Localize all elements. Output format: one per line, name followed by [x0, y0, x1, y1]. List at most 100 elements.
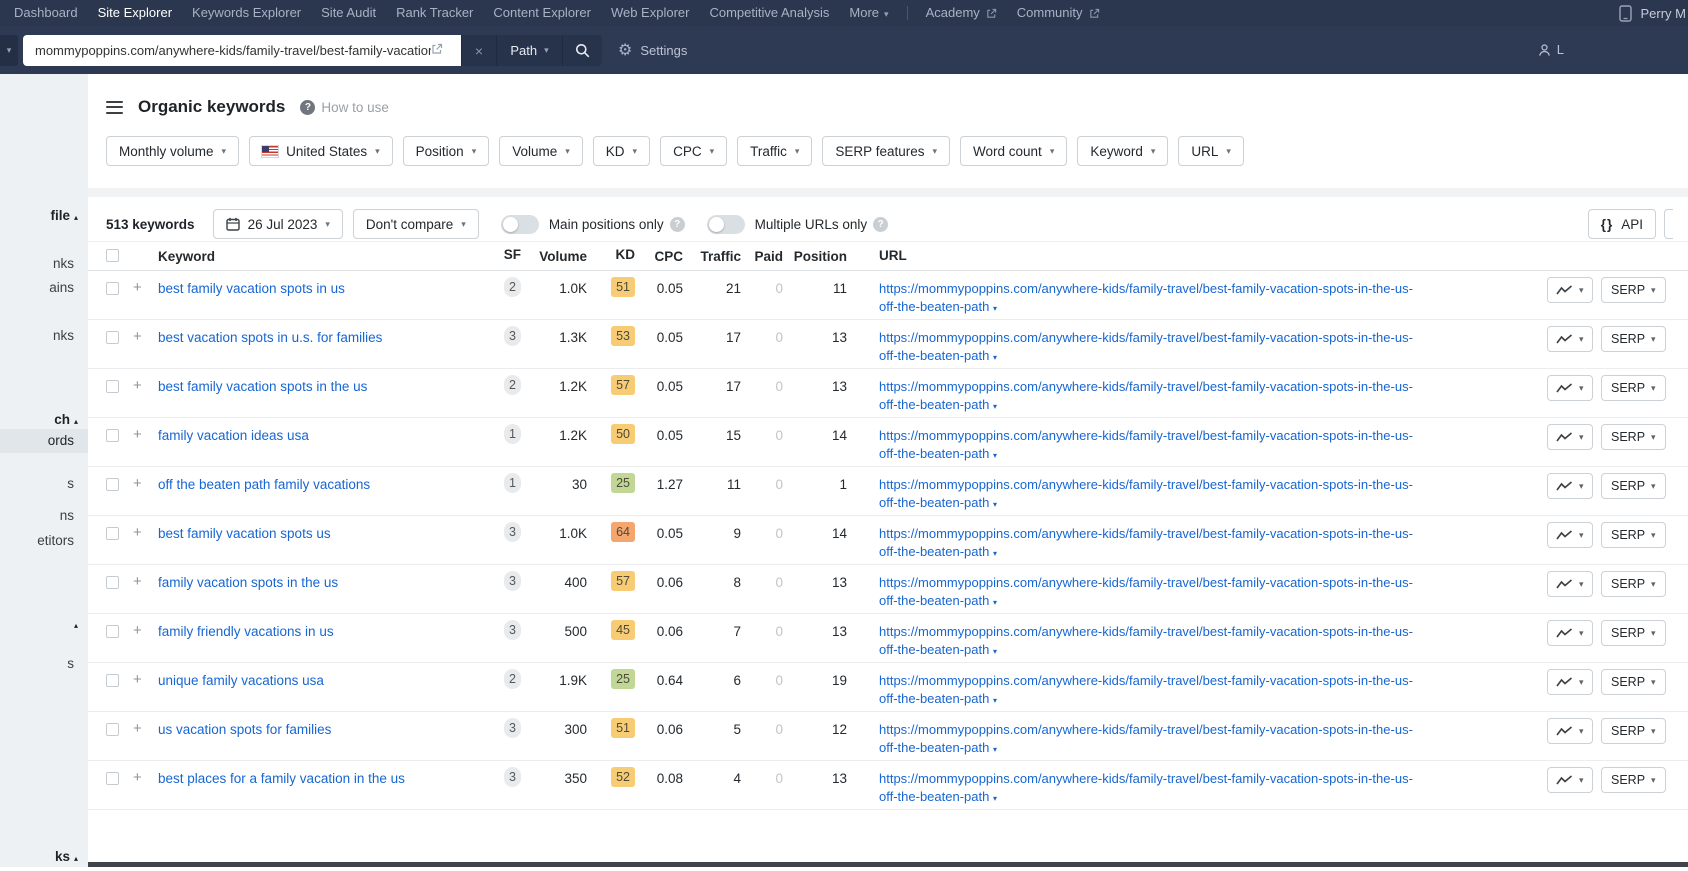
position-history-button[interactable]: ▾: [1547, 473, 1593, 499]
user-menu[interactable]: Perry M: [1619, 5, 1688, 22]
nav-more-menu[interactable]: More▾: [839, 0, 898, 27]
chevron-down-icon[interactable]: ▾: [993, 598, 997, 607]
settings-button[interactable]: ⚙ Settings: [618, 26, 687, 74]
row-checkbox[interactable]: [106, 674, 119, 687]
add-keyword-button[interactable]: +: [133, 329, 158, 345]
keyword-link[interactable]: us vacation spots for families: [158, 722, 331, 737]
ranking-url-link[interactable]: https://mommypoppins.com/anywhere-kids/f…: [879, 379, 1413, 412]
row-checkbox[interactable]: [106, 576, 119, 589]
ranking-url-link[interactable]: https://mommypoppins.com/anywhere-kids/f…: [879, 624, 1413, 657]
nav-external-link[interactable]: Academy: [916, 0, 1007, 26]
serp-button[interactable]: SERP ▾: [1601, 718, 1666, 744]
chevron-down-icon[interactable]: ▾: [993, 304, 997, 313]
position-history-button[interactable]: ▾: [1547, 522, 1593, 548]
add-keyword-button[interactable]: +: [133, 427, 158, 443]
serp-button[interactable]: SERP ▾: [1601, 620, 1666, 646]
sidebar-item[interactable]: etitors: [37, 529, 88, 553]
serp-button[interactable]: SERP ▾: [1601, 522, 1666, 548]
sidebar-item[interactable]: ns: [60, 504, 88, 528]
sidebar-item[interactable]: ks▴: [55, 845, 88, 869]
menu-icon[interactable]: [106, 101, 123, 114]
header-kd[interactable]: KD: [587, 246, 635, 263]
sidebar-item[interactable]: s: [67, 652, 88, 676]
add-keyword-button[interactable]: +: [133, 672, 158, 688]
chevron-down-icon[interactable]: ▾: [993, 794, 997, 803]
serp-button[interactable]: SERP ▾: [1601, 375, 1666, 401]
serp-button[interactable]: SERP ▾: [1601, 424, 1666, 450]
row-checkbox[interactable]: [106, 772, 119, 785]
api-button[interactable]: {} API: [1588, 209, 1656, 239]
header-traffic[interactable]: Traffic: [683, 248, 741, 265]
search-mode-dropdown[interactable]: ▾: [0, 35, 18, 66]
chevron-down-icon[interactable]: ▾: [993, 647, 997, 656]
position-history-button[interactable]: ▾: [1547, 620, 1593, 646]
ranking-url-link[interactable]: https://mommypoppins.com/anywhere-kids/f…: [879, 771, 1413, 804]
nav-external-link[interactable]: Community: [1007, 0, 1110, 26]
nav-item[interactable]: Keywords Explorer: [182, 0, 311, 26]
filter-button[interactable]: Monthly volume ▾: [106, 136, 239, 166]
filter-button[interactable]: Position ▾: [403, 136, 490, 166]
row-checkbox[interactable]: [106, 282, 119, 295]
header-sf[interactable]: SF: [467, 246, 521, 263]
keyword-link[interactable]: best family vacation spots in the us: [158, 379, 367, 394]
position-history-button[interactable]: ▾: [1547, 277, 1593, 303]
add-keyword-button[interactable]: +: [133, 525, 158, 541]
position-history-button[interactable]: ▾: [1547, 571, 1593, 597]
add-keyword-button[interactable]: +: [133, 378, 158, 394]
serp-button[interactable]: SERP ▾: [1601, 669, 1666, 695]
sidebar-item[interactable]: ords: [0, 429, 88, 453]
row-checkbox[interactable]: [106, 380, 119, 393]
header-cpc[interactable]: CPC: [635, 248, 683, 265]
chevron-down-icon[interactable]: ▾: [993, 500, 997, 509]
question-icon[interactable]: ?: [873, 217, 888, 232]
add-keyword-button[interactable]: +: [133, 280, 158, 296]
position-history-button[interactable]: ▾: [1547, 375, 1593, 401]
keyword-link[interactable]: best family vacation spots in us: [158, 281, 345, 296]
ranking-url-link[interactable]: https://mommypoppins.com/anywhere-kids/f…: [879, 673, 1413, 706]
header-volume[interactable]: Volume: [521, 248, 587, 265]
filter-button[interactable]: URL ▾: [1178, 136, 1244, 166]
keyword-link[interactable]: off the beaten path family vacations: [158, 477, 370, 492]
nav-item[interactable]: Site Audit: [311, 0, 386, 26]
add-keyword-button[interactable]: +: [133, 476, 158, 492]
header-keyword[interactable]: Keyword: [158, 248, 467, 265]
sidebar-item[interactable]: ains: [49, 276, 88, 300]
add-keyword-button[interactable]: +: [133, 721, 158, 737]
keyword-link[interactable]: family vacation spots in the us: [158, 575, 338, 590]
ranking-url-link[interactable]: https://mommypoppins.com/anywhere-kids/f…: [879, 330, 1413, 363]
search-mode-path-dropdown[interactable]: Path▾: [496, 35, 562, 66]
header-position[interactable]: Position: [783, 248, 847, 265]
header-url[interactable]: URL: [847, 247, 1547, 265]
keyword-link[interactable]: best family vacation spots us: [158, 526, 331, 541]
filter-button[interactable]: Keyword ▾: [1077, 136, 1168, 166]
lists-control-partial[interactable]: L: [1538, 42, 1564, 57]
ranking-url-link[interactable]: https://mommypoppins.com/anywhere-kids/f…: [879, 575, 1413, 608]
serp-button[interactable]: SERP ▾: [1601, 326, 1666, 352]
filter-button[interactable]: Traffic ▾: [737, 136, 812, 166]
target-url-input[interactable]: [23, 35, 461, 66]
add-keyword-button[interactable]: +: [133, 623, 158, 639]
clear-search-button[interactable]: ×: [461, 35, 496, 66]
sidebar-item[interactable]: nks: [53, 324, 88, 348]
sidebar-item[interactable]: file▴: [50, 204, 88, 228]
filter-button[interactable]: Volume ▾: [499, 136, 583, 166]
keyword-link[interactable]: family friendly vacations in us: [158, 624, 334, 639]
filter-button[interactable]: Word count ▾: [960, 136, 1067, 166]
clipped-toolbar-button[interactable]: [1664, 209, 1673, 239]
add-keyword-button[interactable]: +: [133, 574, 158, 590]
serp-button[interactable]: SERP ▾: [1601, 767, 1666, 793]
ranking-url-link[interactable]: https://mommypoppins.com/anywhere-kids/f…: [879, 428, 1413, 461]
row-checkbox[interactable]: [106, 331, 119, 344]
serp-button[interactable]: SERP ▾: [1601, 277, 1666, 303]
nav-item[interactable]: Content Explorer: [483, 0, 601, 26]
chevron-down-icon[interactable]: ▾: [993, 353, 997, 362]
question-icon[interactable]: ?: [670, 217, 685, 232]
ranking-url-link[interactable]: https://mommypoppins.com/anywhere-kids/f…: [879, 281, 1413, 314]
chevron-down-icon[interactable]: ▾: [993, 745, 997, 754]
keyword-link[interactable]: unique family vacations usa: [158, 673, 324, 688]
ranking-url-link[interactable]: https://mommypoppins.com/anywhere-kids/f…: [879, 722, 1413, 755]
position-history-button[interactable]: ▾: [1547, 718, 1593, 744]
row-checkbox[interactable]: [106, 478, 119, 491]
sidebar-item[interactable]: s: [67, 472, 88, 496]
keyword-link[interactable]: best places for a family vacation in the…: [158, 771, 405, 786]
